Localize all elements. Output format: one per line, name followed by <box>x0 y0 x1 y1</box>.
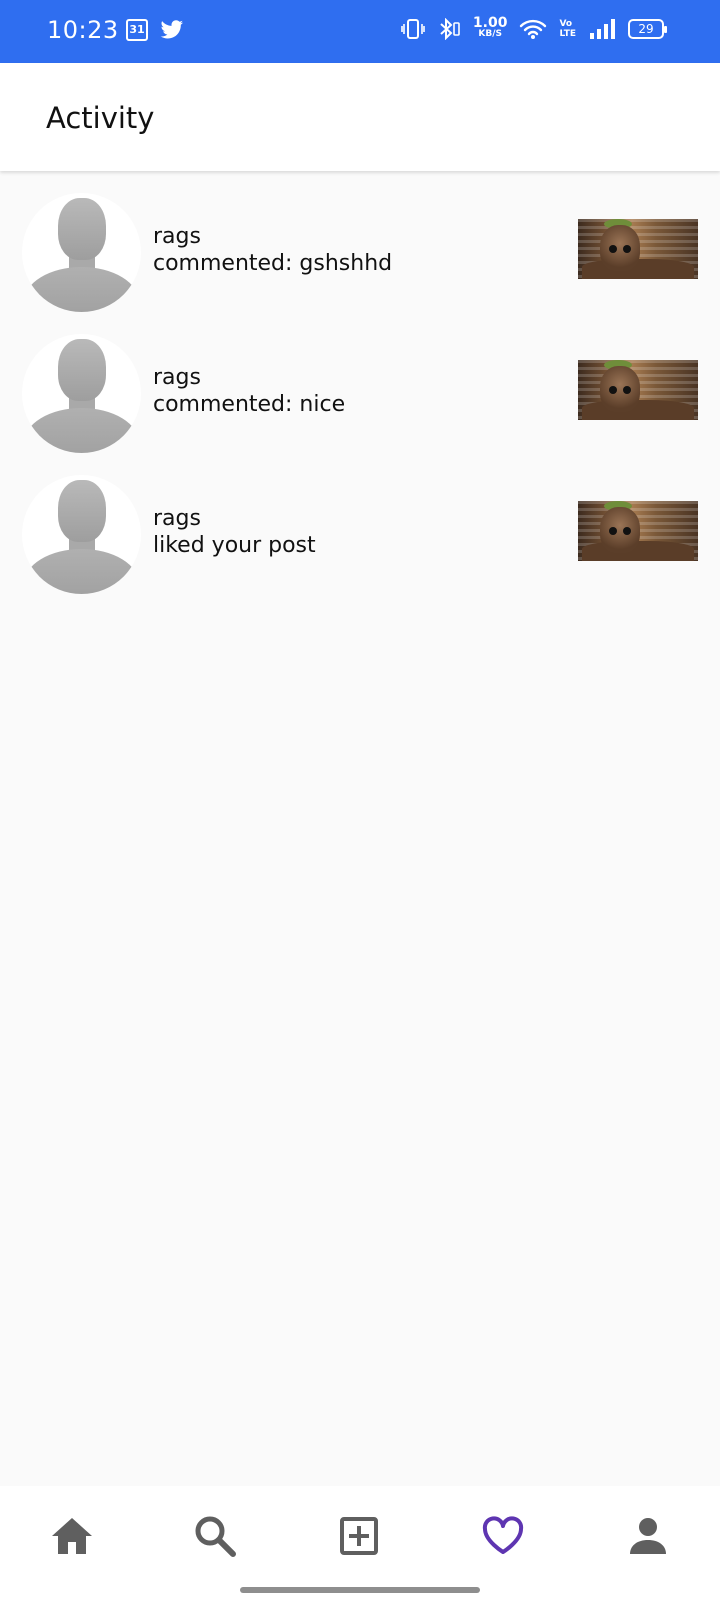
bottom-navigation <box>0 1486 720 1600</box>
signal-icon <box>590 19 615 39</box>
activity-username[interactable]: rags <box>153 364 345 391</box>
network-speed: 1.00 KB/S <box>472 15 508 40</box>
activity-username[interactable]: rags <box>153 223 392 250</box>
twitter-icon <box>160 20 184 39</box>
volte-indicator: Vo LTE <box>559 19 576 39</box>
calendar-icon: 31 <box>126 19 148 41</box>
nav-home-button[interactable] <box>48 1512 96 1560</box>
profile-icon <box>630 1518 666 1554</box>
activity-description: liked your post <box>153 533 316 558</box>
search-icon <box>195 1516 236 1557</box>
status-notification-icons: 31 <box>126 19 184 41</box>
list-item[interactable]: rags commented: nice <box>0 331 720 472</box>
list-item[interactable]: rags commented: gshshhd <box>0 190 720 331</box>
bluetooth-icon <box>440 18 460 40</box>
status-bar: 10:23 31 1.00 KB/S Vo LTE 29 <box>0 0 720 63</box>
nav-profile-button[interactable] <box>624 1512 672 1560</box>
activity-description: commented: gshshhd <box>153 251 393 276</box>
activity-username[interactable]: rags <box>153 505 316 532</box>
post-thumbnail[interactable] <box>578 360 698 420</box>
nav-activity-button[interactable] <box>479 1512 527 1560</box>
network-speed-unit: KB/S <box>478 29 502 39</box>
activity-list: rags commented: gshshhd rags commented: … <box>0 190 720 613</box>
avatar[interactable] <box>22 334 141 453</box>
page-title: Activity <box>46 101 155 135</box>
avatar[interactable] <box>22 475 141 594</box>
vibrate-icon <box>401 19 425 39</box>
nav-search-button[interactable] <box>191 1512 239 1560</box>
post-thumbnail[interactable] <box>578 501 698 561</box>
battery-icon: 29 <box>628 19 667 39</box>
volte-bottom: LTE <box>559 29 576 39</box>
network-speed-value: 1.00 <box>472 15 508 31</box>
add-post-icon <box>340 1517 378 1555</box>
heart-icon <box>482 1516 524 1554</box>
activity-text: rags liked your post <box>153 505 316 559</box>
post-thumbnail[interactable] <box>578 219 698 279</box>
wifi-icon <box>520 19 547 39</box>
status-time: 10:23 <box>47 16 119 44</box>
avatar[interactable] <box>22 193 141 312</box>
home-indicator[interactable] <box>240 1587 480 1593</box>
status-system-icons: 1.00 KB/S Vo LTE 29 <box>401 15 667 40</box>
home-icon <box>52 1518 92 1554</box>
volte-top: Vo <box>559 19 573 29</box>
list-item[interactable]: rags liked your post <box>0 472 720 613</box>
activity-description: commented: nice <box>153 392 346 417</box>
nav-add-post-button[interactable] <box>335 1512 383 1560</box>
activity-text: rags commented: nice <box>153 364 345 418</box>
app-bar: Activity <box>0 63 720 171</box>
activity-text: rags commented: gshshhd <box>153 223 392 277</box>
